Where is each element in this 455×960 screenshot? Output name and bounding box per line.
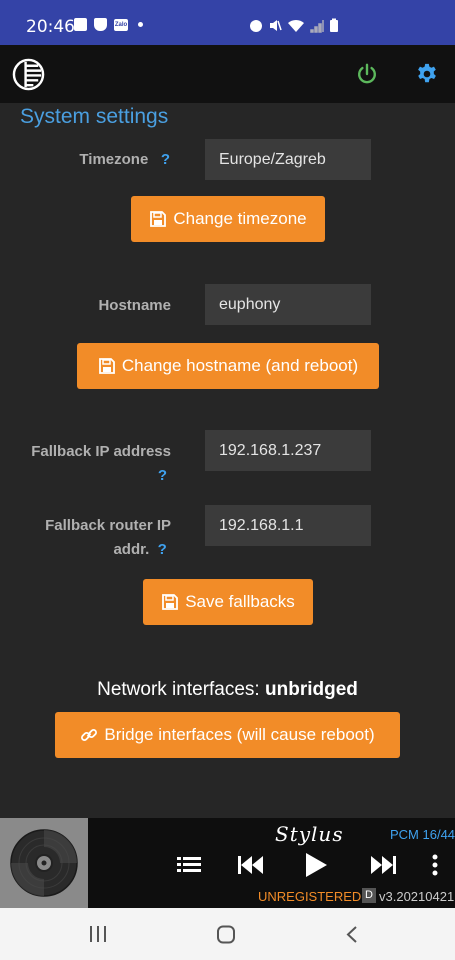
recent-apps-icon[interactable] — [88, 925, 108, 943]
wifi-icon — [288, 19, 304, 32]
shield-icon — [94, 18, 107, 31]
gallery-icon — [74, 18, 87, 31]
fallback-router-label: Fallback router IP addr. ? — [45, 517, 171, 558]
settings-panel: System settings Timezone ? Europe/Zagreb… — [0, 103, 455, 818]
album-cover[interactable] — [0, 818, 88, 908]
mute-icon — [270, 20, 282, 31]
player-bar: Stylus PCM 16/44 UNREGISTERED D v3.20210… — [0, 818, 455, 908]
notification-icons: Zalo — [74, 18, 143, 31]
timezone-help-icon[interactable]: ? — [161, 151, 170, 168]
status-time: 20:46 — [26, 17, 75, 37]
section-title: System settings — [20, 105, 169, 128]
system-nav-bar — [0, 908, 455, 960]
bridge-interfaces-button[interactable]: Bridge interfaces (will cause reboot) — [55, 712, 400, 758]
save-icon — [98, 358, 115, 374]
network-state: unbridged — [265, 679, 358, 700]
playlist-icon[interactable] — [177, 852, 201, 878]
alarm-icon — [250, 20, 262, 32]
change-hostname-button[interactable]: Change hostname (and reboot) — [77, 343, 379, 389]
dot-icon — [138, 22, 143, 27]
power-icon[interactable] — [356, 63, 378, 85]
fallback-ip-input[interactable]: 192.168.1.237 — [205, 430, 371, 471]
save-fallbacks-button[interactable]: Save fallbacks — [143, 579, 313, 625]
app-screen: 20:46 Zalo System settings Timezone ? Eu… — [0, 0, 455, 960]
hostname-input[interactable]: euphony — [205, 284, 371, 325]
fallback-ip-label: Fallback IP address ? — [31, 443, 171, 484]
change-timezone-button[interactable]: Change timezone — [131, 196, 325, 242]
save-icon — [162, 594, 179, 610]
status-bar: 20:46 Zalo — [0, 0, 455, 45]
signal-icon — [310, 19, 324, 33]
stylus-logo: Stylus — [275, 822, 344, 846]
battery-icon — [330, 18, 338, 32]
version-label: v3.20210421 — [379, 889, 455, 904]
previous-track-icon[interactable] — [238, 852, 263, 878]
link-icon — [81, 729, 98, 741]
zalo-icon: Zalo — [114, 18, 128, 31]
fallback-ip-help-icon[interactable]: ? — [158, 467, 167, 484]
timezone-input[interactable]: Europe/Zagreb — [205, 139, 371, 180]
gear-icon[interactable] — [416, 63, 438, 85]
fallback-router-help-icon[interactable]: ? — [158, 541, 167, 558]
hostname-label: Hostname — [98, 297, 171, 314]
timezone-label: Timezone ? — [79, 151, 170, 168]
back-icon[interactable] — [345, 925, 359, 944]
license-status[interactable]: UNREGISTERED — [258, 889, 361, 904]
home-icon[interactable] — [216, 925, 236, 944]
more-options-icon[interactable] — [430, 852, 440, 878]
audio-format: PCM 16/44 — [390, 827, 455, 842]
d-badge: D — [362, 888, 376, 903]
network-interfaces-status: Network interfaces: unbridged — [97, 679, 358, 700]
play-icon[interactable] — [304, 852, 328, 878]
app-toolbar — [0, 45, 455, 103]
next-track-icon[interactable] — [371, 852, 396, 878]
disc-icon — [10, 829, 78, 897]
system-icons — [249, 18, 339, 33]
fallback-router-input[interactable]: 192.168.1.1 — [205, 505, 371, 546]
save-icon — [150, 211, 167, 227]
app-logo-icon[interactable] — [12, 58, 45, 91]
